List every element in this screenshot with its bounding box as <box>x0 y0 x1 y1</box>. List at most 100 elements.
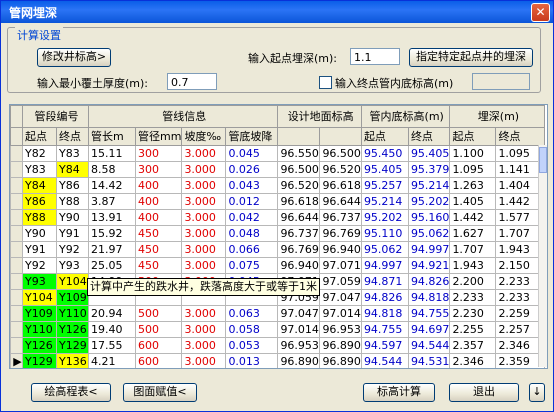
cell-length[interactable]: 8.58 <box>88 161 136 178</box>
table-row[interactable]: Y110 Y126 19.40 500 3.000 0.058 97.014 96.953 94… <box>10 321 546 338</box>
cell-drop[interactable]: 0.058 <box>225 321 279 338</box>
cell-length[interactable]: 21.97 <box>88 241 136 258</box>
cell-ground-start[interactable]: 96.520 <box>277 177 321 194</box>
cell-length[interactable]: 17.55 <box>88 337 136 354</box>
cell-invert-end[interactable]: 95.062 <box>407 225 451 242</box>
cell-depth-start[interactable]: 2.200 <box>449 273 497 290</box>
cell-start[interactable]: Y84 <box>22 177 57 194</box>
cell-ground-start[interactable]: 96.953 <box>277 337 321 354</box>
cell-invert-end[interactable]: 95.214 <box>407 177 451 194</box>
cell-invert-end[interactable]: 94.826 <box>407 273 451 290</box>
cell-depth-start[interactable]: 1.405 <box>449 193 497 210</box>
cell-invert-end[interactable]: 94.921 <box>407 257 451 274</box>
cell-ground-start[interactable]: 96.550 <box>277 145 321 162</box>
scrollbar-thumb[interactable] <box>539 147 547 173</box>
row-selector[interactable] <box>10 321 23 338</box>
cell-invert-end[interactable]: 95.202 <box>407 193 451 210</box>
cell-length[interactable]: 13.91 <box>88 209 136 226</box>
cell-depth-start[interactable]: 2.346 <box>449 353 497 368</box>
cell-start[interactable]: Y93 <box>22 273 57 290</box>
cell-length[interactable]: 25.05 <box>88 257 136 274</box>
cell-end[interactable]: Y109 <box>56 289 89 306</box>
cell-length[interactable]: 20.94 <box>88 305 136 322</box>
cell-start[interactable]: Y90 <box>22 225 57 242</box>
cell-start[interactable]: Y92 <box>22 257 57 274</box>
cell-start[interactable]: Y86 <box>22 193 57 210</box>
cell-depth-start[interactable]: 1.627 <box>449 225 497 242</box>
cell-drop[interactable]: 0.026 <box>225 161 279 178</box>
cell-end[interactable]: Y83 <box>56 145 89 162</box>
cell-invert-start[interactable]: 95.214 <box>360 193 409 210</box>
cell-slope[interactable]: 3.000 <box>181 305 227 322</box>
table-row[interactable]: Y92 Y93 25.05 450 3.000 0.075 96.940 97.071 94.9… <box>10 257 546 274</box>
cell-slope[interactable]: 3.000 <box>181 337 227 354</box>
cell-drop[interactable]: 0.013 <box>225 353 279 368</box>
cell-invert-start[interactable]: 94.755 <box>360 321 409 338</box>
cell-ground-end[interactable]: 96.890 <box>319 353 362 368</box>
cell-invert-end[interactable]: 95.379 <box>407 161 451 178</box>
row-selector[interactable] <box>10 177 23 194</box>
cell-end[interactable]: Y126 <box>56 321 89 338</box>
cell-depth-start[interactable]: 1.707 <box>449 241 497 258</box>
table-row[interactable]: Y126 Y129 17.55 600 3.000 0.053 96.953 96.890 94… <box>10 337 546 354</box>
cell-depth-start[interactable]: 1.095 <box>449 161 497 178</box>
cell-depth-start[interactable]: 1.263 <box>449 177 497 194</box>
cell-start[interactable]: Y91 <box>22 241 57 258</box>
cell-depth-start[interactable]: 2.230 <box>449 305 497 322</box>
cell-diameter[interactable]: 450 <box>134 225 183 242</box>
cell-ground-end[interactable]: 97.071 <box>319 257 362 274</box>
modify-elevation-button[interactable]: 修改井标高> <box>37 48 111 67</box>
cell-end[interactable]: Y104 <box>56 273 89 290</box>
cell-slope[interactable]: 3.000 <box>181 209 227 226</box>
row-selector[interactable] <box>10 241 23 258</box>
cell-ground-end[interactable]: 96.940 <box>319 241 362 258</box>
cell-diameter[interactable]: 600 <box>134 353 183 368</box>
cell-invert-start[interactable]: 94.826 <box>360 289 409 306</box>
cell-start[interactable]: Y129 <box>22 353 57 368</box>
specify-start-depth-button[interactable]: 指定特定起点井的埋深 <box>409 48 533 67</box>
cell-diameter[interactable]: 500 <box>134 305 183 322</box>
calculate-elevation-button[interactable]: 标高计算 <box>363 383 435 402</box>
cell-invert-start[interactable]: 95.110 <box>360 225 409 242</box>
table-row[interactable]: Y86 Y88 3.87 400 3.000 0.012 96.618 96.644 95.21… <box>10 193 546 210</box>
cell-diameter[interactable]: 450 <box>134 257 183 274</box>
cell-slope[interactable]: 3.000 <box>181 161 227 178</box>
cell-end[interactable]: Y88 <box>56 193 89 210</box>
cell-ground-start[interactable]: 97.047 <box>277 305 321 322</box>
cell-invert-start[interactable]: 94.597 <box>360 337 409 354</box>
row-selector[interactable] <box>10 257 23 274</box>
cell-diameter[interactable]: 600 <box>134 337 183 354</box>
table-row[interactable]: Y91 Y92 21.97 450 3.000 0.066 96.769 96.940 95.0… <box>10 241 546 258</box>
cell-ground-start[interactable]: 96.644 <box>277 209 321 226</box>
cell-diameter[interactable]: 450 <box>134 241 183 258</box>
cell-drop[interactable]: 0.066 <box>225 241 279 258</box>
cell-start[interactable]: Y126 <box>22 337 57 354</box>
cell-start[interactable]: Y83 <box>22 161 57 178</box>
grid-vertical-scrollbar[interactable] <box>538 145 547 367</box>
cell-length[interactable]: 4.21 <box>88 353 136 368</box>
cell-invert-end[interactable]: 94.997 <box>407 241 451 258</box>
cell-invert-end[interactable]: 94.818 <box>407 289 451 306</box>
cell-start[interactable]: Y104 <box>22 289 57 306</box>
table-row[interactable]: Y84 Y86 14.42 400 3.000 0.043 96.520 96.618 95.2… <box>10 177 546 194</box>
cell-slope[interactable]: 3.000 <box>181 257 227 274</box>
down-arrow-button[interactable]: ↓ <box>529 383 545 402</box>
cell-invert-start[interactable]: 95.202 <box>360 209 409 226</box>
cell-ground-end[interactable]: 97.014 <box>319 305 362 322</box>
cell-end[interactable]: Y93 <box>56 257 89 274</box>
row-selector[interactable] <box>10 273 23 290</box>
cell-depth-start[interactable]: 2.233 <box>449 289 497 306</box>
cell-ground-start[interactable]: 96.737 <box>277 225 321 242</box>
cell-length[interactable]: 15.92 <box>88 225 136 242</box>
cell-ground-end[interactable]: 96.890 <box>319 337 362 354</box>
cell-ground-start[interactable]: 96.890 <box>277 353 321 368</box>
cell-invert-start[interactable]: 94.544 <box>360 353 409 368</box>
cell-start[interactable]: Y109 <box>22 305 57 322</box>
min-cover-input[interactable]: 0.7 <box>167 73 217 90</box>
cell-slope[interactable]: 3.000 <box>181 177 227 194</box>
cell-end[interactable]: Y84 <box>56 161 89 178</box>
assign-drawing-values-button[interactable]: 图面赋值< <box>123 383 197 402</box>
cell-depth-start[interactable]: 1.100 <box>449 145 497 162</box>
row-selector[interactable] <box>10 161 23 178</box>
cell-ground-end[interactable]: 96.500 <box>319 145 362 162</box>
